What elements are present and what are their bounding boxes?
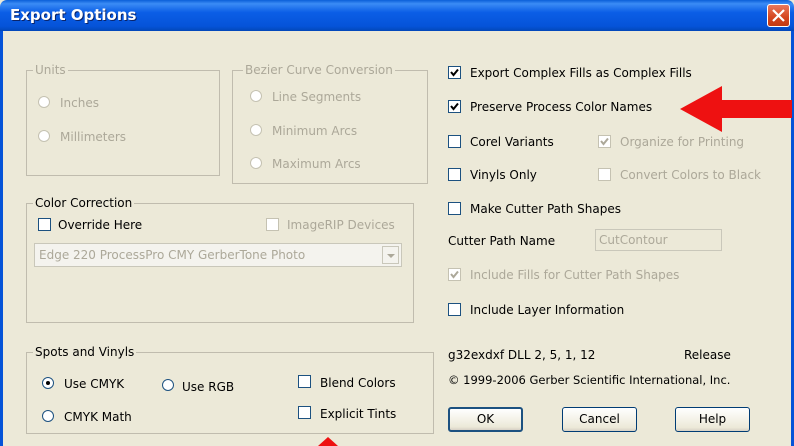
radio-minimum-arcs[interactable] (250, 124, 262, 136)
chevron-down-icon (387, 254, 395, 258)
corel-variants-checkbox[interactable] (448, 135, 461, 148)
make-cutter-path-shapes-checkbox[interactable] (448, 202, 461, 215)
cutter-path-name-value: CutContour (599, 233, 668, 247)
radio-millimeters[interactable] (38, 130, 50, 142)
preserve-process-color-names-label: Preserve Process Color Names (470, 100, 653, 114)
radio-use-rgb[interactable] (162, 379, 174, 391)
imagerip-devices-label: ImageRIP Devices (287, 218, 395, 232)
cutter-path-name-field[interactable]: CutContour (595, 229, 722, 251)
checkmark-icon (450, 270, 459, 279)
radio-use-rgb-label: Use RGB (182, 380, 235, 394)
units-legend: Units (33, 63, 68, 77)
close-icon (772, 9, 785, 22)
convert-colors-to-black-checkbox[interactable] (598, 168, 611, 181)
ok-button[interactable]: OK (448, 407, 523, 432)
corel-variants-label: Corel Variants (470, 135, 554, 149)
checkmark-icon (450, 68, 459, 77)
color-profile-select[interactable]: Edge 220 ProcessPro CMY GerberTone Photo (34, 243, 402, 267)
checkmark-icon (600, 137, 609, 146)
organize-for-printing-checkbox[interactable] (598, 135, 611, 148)
explicit-tints-checkbox[interactable] (298, 406, 311, 419)
copyright-text: © 1999-2006 Gerber Scientific Internatio… (448, 373, 731, 387)
include-layer-information-checkbox[interactable] (448, 303, 461, 316)
blend-colors-label: Blend Colors (320, 376, 396, 390)
color-profile-value: Edge 220 ProcessPro CMY GerberTone Photo (39, 248, 306, 262)
color-correction-legend: Color Correction (33, 196, 135, 210)
include-layer-information-label: Include Layer Information (470, 303, 625, 317)
vinyls-only-checkbox[interactable] (448, 168, 461, 181)
radio-inches[interactable] (38, 96, 50, 108)
override-here-label: Override Here (58, 218, 143, 232)
radio-maximum-arcs-label: Maximum Arcs (272, 157, 361, 171)
radio-selected-dot (46, 381, 50, 385)
explicit-tints-label: Explicit Tints (320, 407, 397, 421)
blend-colors-checkbox[interactable] (298, 375, 311, 388)
radio-line-segments-label: Line Segments (272, 90, 362, 104)
export-complex-fills-checkbox[interactable] (448, 66, 461, 79)
release-text: Release (684, 348, 731, 362)
make-cutter-path-shapes-label: Make Cutter Path Shapes (470, 202, 621, 216)
close-button[interactable] (767, 4, 790, 27)
imagerip-devices-checkbox[interactable] (266, 218, 279, 231)
annotation-arrow-icon (680, 86, 792, 132)
window-border-left (0, 31, 3, 446)
version-text: g32exdxf DLL 2, 5, 1, 12 (448, 348, 596, 362)
convert-colors-to-black-label: Convert Colors to Black (620, 168, 761, 182)
units-group: Units (26, 63, 220, 176)
help-button[interactable]: Help (675, 407, 750, 432)
cancel-button[interactable]: Cancel (562, 407, 637, 432)
radio-cmyk-math[interactable] (42, 410, 54, 422)
radio-line-segments[interactable] (250, 90, 262, 102)
radio-inches-label: Inches (60, 96, 99, 110)
radio-use-cmyk[interactable] (42, 377, 54, 389)
checkmark-icon (450, 102, 459, 111)
organize-for-printing-label: Organize for Printing (620, 135, 745, 149)
preserve-process-color-names-checkbox[interactable] (448, 100, 461, 113)
include-fills-label: Include Fills for Cutter Path Shapes (470, 268, 680, 282)
override-here-checkbox[interactable] (38, 218, 51, 231)
dropdown-button[interactable] (382, 246, 399, 264)
radio-millimeters-label: Millimeters (60, 130, 127, 144)
include-fills-checkbox[interactable] (448, 268, 461, 281)
export-options-dialog: Export Options Units Inches Millimeters … (0, 0, 794, 446)
annotation-arrow-up-icon (318, 437, 338, 446)
title-bar[interactable]: Export Options (0, 0, 794, 31)
export-complex-fills-label: Export Complex Fills as Complex Fills (470, 66, 692, 80)
spots-vinyls-legend: Spots and Vinyls (33, 345, 137, 359)
radio-maximum-arcs[interactable] (250, 157, 262, 169)
bezier-legend: Bezier Curve Conversion (243, 63, 395, 77)
radio-cmyk-math-label: CMYK Math (64, 410, 132, 424)
radio-use-cmyk-label: Use CMYK (64, 377, 125, 391)
radio-minimum-arcs-label: Minimum Arcs (272, 124, 358, 138)
cutter-path-name-label: Cutter Path Name (448, 234, 556, 248)
vinyls-only-label: Vinyls Only (470, 168, 537, 182)
dialog-title: Export Options (10, 6, 137, 24)
